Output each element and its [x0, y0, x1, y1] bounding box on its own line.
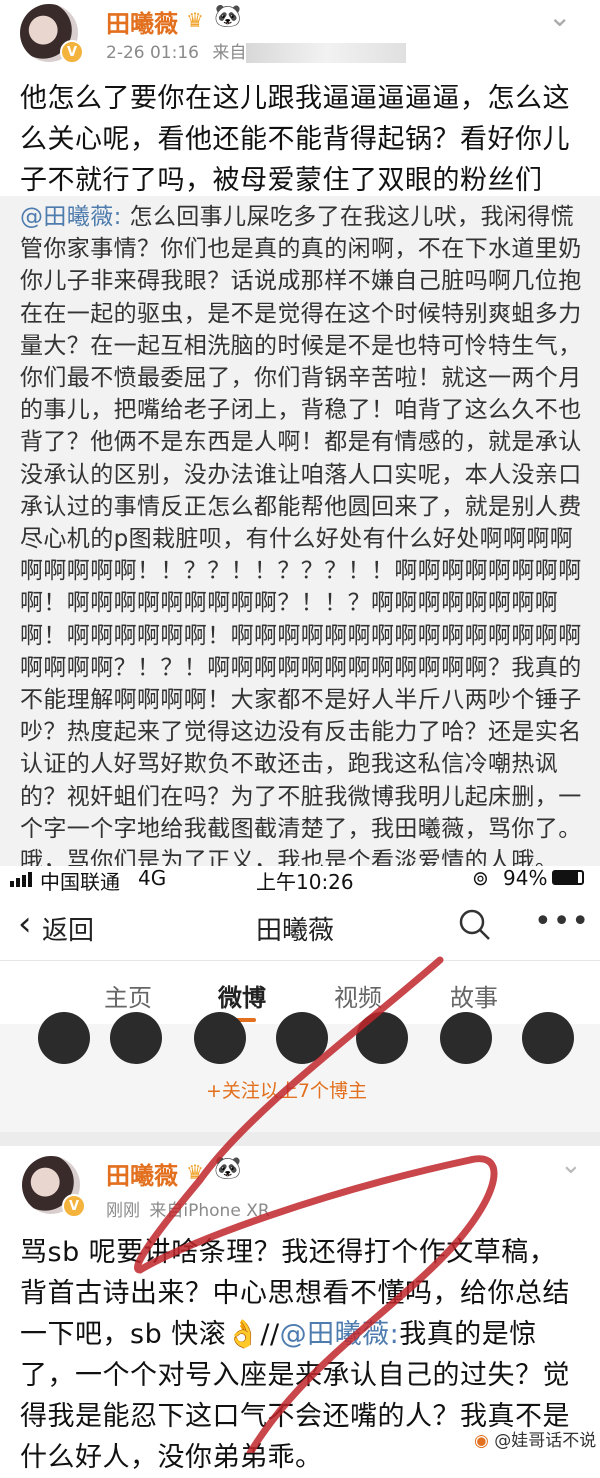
post-time: 刚刚 [106, 1201, 140, 1221]
carrier-name: 中国联通 [40, 870, 120, 894]
blurred-source [246, 43, 407, 63]
signal-icon [10, 872, 32, 887]
quote-body: 怎么回事儿屎吃多了在我这儿吠，我闲得慌管你家事情？你们也是真的真的闲啊，不在下水… [20, 204, 582, 875]
repost-separator: // [260, 1319, 280, 1350]
post-username[interactable]: 田曦薇 [106, 1156, 178, 1191]
section-gap [0, 1132, 600, 1146]
tab-weibo[interactable]: 微博 [218, 978, 266, 1013]
crown-icon: ♛ [186, 1160, 204, 1184]
suggested-avatar[interactable] [356, 1012, 408, 1064]
post-username[interactable]: 田曦薇 [106, 4, 178, 39]
watermark: ◉ @娃哥话不说 [474, 1426, 596, 1451]
suggested-avatar[interactable] [276, 1012, 328, 1064]
network-type: 4G [138, 866, 167, 890]
back-chevron-icon[interactable]: ‹ [18, 904, 32, 944]
verified-badge-icon: V [60, 40, 84, 64]
suggested-avatar[interactable] [38, 1012, 90, 1064]
tab-home[interactable]: 主页 [104, 978, 152, 1013]
tab-story[interactable]: 故事 [450, 978, 498, 1013]
suggested-avatar[interactable] [194, 1012, 246, 1064]
battery-percent: 94% [503, 866, 548, 890]
post-meta: 刚刚 来自iPhone XR [106, 1196, 270, 1221]
suggested-avatar[interactable] [440, 1012, 492, 1064]
tab-video[interactable]: 视频 [334, 978, 382, 1013]
post-source-prefix: 来自 [212, 43, 247, 63]
divider [0, 960, 600, 961]
suggested-avatar[interactable] [522, 1012, 574, 1064]
follow-all-button[interactable]: +关注以上7个博主 [206, 1076, 367, 1103]
clock: 上午10:26 [256, 870, 354, 894]
ok-hand-emoji-icon: 👌 [226, 1319, 261, 1350]
more-icon[interactable]: ••• [534, 904, 590, 939]
weibo-logo-icon: ◉ [474, 1431, 489, 1451]
watermark-text: @娃哥话不说 [494, 1431, 597, 1451]
page-title: 田曦薇 [256, 916, 335, 946]
verified-badge-icon: V [62, 1194, 86, 1218]
search-icon[interactable] [458, 908, 492, 946]
suggested-avatar[interactable] [110, 1012, 162, 1064]
back-button[interactable]: 返回 [42, 910, 94, 947]
post-time: 2-26 01:16 [106, 43, 199, 63]
post-body: 他怎么了要你在这儿跟我逼逼逼逼逼，怎么这么关心呢，看他还能不能背得起锅？看好你儿… [20, 83, 570, 196]
battery-icon [552, 870, 584, 885]
post-meta: 2-26 01:16 来自 [106, 38, 407, 63]
panda-icon: 🐼 [214, 1156, 242, 1181]
repost-mention[interactable]: @田曦薇: [280, 1319, 400, 1350]
panda-icon: 🐼 [214, 4, 242, 29]
crown-icon: ♛ [186, 8, 204, 32]
quote-mention[interactable]: @田曦薇: [20, 204, 122, 230]
post-source: 来自iPhone XR [149, 1201, 270, 1221]
quoted-post-text: @田曦薇: 怎么回事儿屎吃多了在我这儿吠，我闲得慌管你家事情？你们也是真的真的闲… [20, 201, 582, 877]
rotation-lock-icon: ⊚ [472, 866, 489, 890]
dropdown-chevron-icon[interactable]: ⌄ [560, 1150, 582, 1180]
dropdown-chevron-icon[interactable]: ⌄ [548, 0, 571, 33]
